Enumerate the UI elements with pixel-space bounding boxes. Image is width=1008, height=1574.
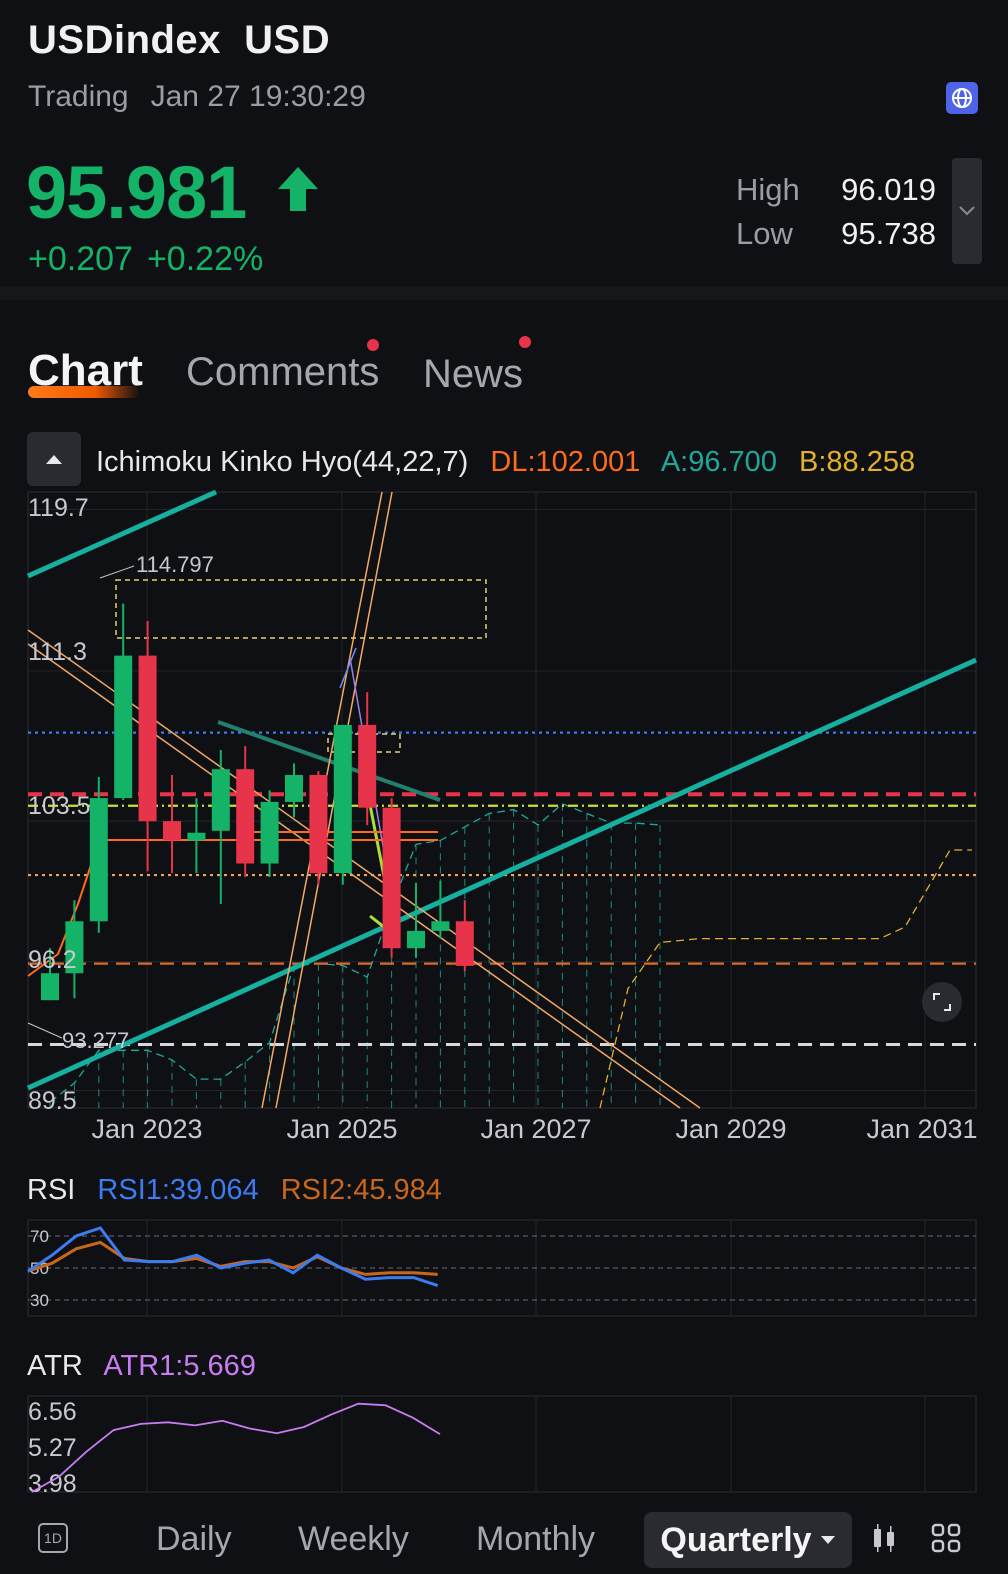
period-quarterly[interactable]: Quarterly — [644, 1512, 852, 1568]
fullscreen-icon — [933, 993, 951, 1011]
candle-body — [382, 807, 401, 949]
x-axis-tick: Jan 2027 — [480, 1114, 591, 1144]
y-axis-tick: 96.2 — [28, 946, 77, 974]
day-icon[interactable]: 1D — [38, 1523, 68, 1553]
candle-body — [407, 930, 425, 949]
tab-comments[interactable]: Comments — [186, 350, 379, 395]
price-chart[interactable]: 114.797 93.277 119.7 111.3 103.5 96.2 89.5 Jan … — [0, 488, 1008, 1148]
status-label: Trading — [28, 80, 129, 113]
ichimoku-span-b — [599, 849, 972, 1109]
chart-frame — [27, 491, 977, 1109]
rsi-chart: 705030 — [27, 1219, 977, 1317]
atr-tick: 3.98 — [28, 1470, 77, 1496]
candle-body — [431, 921, 450, 931]
annotation-high-leader — [99, 565, 135, 579]
symbol-currency: USD — [244, 18, 331, 62]
section-divider — [0, 286, 1008, 300]
fullscreen-button[interactable] — [922, 982, 962, 1022]
caret-up-icon — [46, 455, 62, 464]
candle-body — [309, 774, 328, 874]
annotation-low-leader — [27, 1022, 63, 1039]
y-axis-tick: 89.5 — [28, 1087, 77, 1115]
candle-body — [236, 769, 255, 864]
chevron-down-icon — [959, 206, 975, 216]
low-value: 95.738 — [841, 216, 936, 251]
y-axis-tick: 119.7 — [28, 494, 89, 522]
candle-body — [211, 769, 230, 831]
tab-chart[interactable]: Chart — [28, 346, 143, 396]
caret-down-icon — [820, 1536, 835, 1544]
y-axis-tick: 103.5 — [28, 792, 91, 820]
candlestick-icon[interactable] — [870, 1522, 898, 1559]
high-low-panel: High 96.019 Low 95.738 — [736, 168, 936, 256]
y-axis-tick: 111.3 — [28, 638, 87, 666]
high-label: High — [736, 172, 800, 207]
comments-unread-dot — [367, 339, 379, 351]
ichimoku-span-a — [49, 803, 661, 1103]
candle-body — [333, 724, 352, 874]
indicator-name: Ichimoku Kinko Hyo(44,22,7) — [96, 446, 469, 478]
rsi-level-label: 30 — [30, 1291, 49, 1310]
atr1-value: ATR1:5.669 — [103, 1350, 256, 1382]
low-label: Low — [736, 216, 793, 251]
candle-body — [285, 774, 303, 802]
rsi-level-label: 70 — [30, 1227, 49, 1246]
ichimoku-legend: Ichimoku Kinko Hyo(44,22,7) DL:102.001 A… — [96, 446, 929, 479]
rsi2-line — [27, 1240, 438, 1276]
period-daily[interactable]: Daily — [156, 1520, 232, 1559]
candle-body — [455, 921, 474, 966]
symbol-title: USDindex USD — [28, 18, 330, 63]
change-value: +0.207 — [28, 240, 133, 278]
expand-quote-button[interactable] — [952, 158, 982, 264]
status-time: Jan 27 19:30:29 — [150, 80, 366, 113]
atr-label: ATR — [27, 1350, 83, 1382]
atr-frame — [27, 1395, 977, 1493]
candle-body — [114, 655, 133, 799]
candle-body — [89, 798, 108, 922]
trading-status: Trading Jan 27 19:30:29 — [28, 80, 366, 114]
atr-legend: ATR ATR1:5.669 — [27, 1350, 270, 1383]
candle-body — [163, 821, 181, 841]
tab-news[interactable]: News — [423, 352, 523, 397]
atr1-line — [31, 1402, 441, 1493]
period-monthly[interactable]: Monthly — [476, 1520, 595, 1559]
atr-tick: 6.56 — [28, 1398, 77, 1426]
rsi-legend: RSI RSI1:39.064 RSI2:45.984 — [27, 1174, 456, 1207]
price-change: +0.207 +0.22% — [28, 240, 263, 279]
symbol-name: USDindex — [28, 18, 221, 62]
collapse-indicator-button[interactable] — [27, 432, 81, 486]
period-quarterly-label: Quarterly — [660, 1520, 812, 1559]
rsi-label: RSI — [27, 1174, 76, 1206]
indicator-dl: DL:102.001 — [490, 446, 641, 478]
news-unread-dot — [519, 336, 531, 348]
change-percent: +0.22% — [146, 240, 264, 278]
rsi2-value: RSI2:45.984 — [280, 1174, 442, 1206]
annotation-high: 114.797 — [136, 552, 214, 577]
atr-chart: 6.56 5.27 3.98 — [27, 1395, 977, 1496]
candle-body — [138, 655, 157, 822]
x-axis-tick: Jan 2023 — [91, 1114, 202, 1144]
ichimoku-base-line — [27, 839, 438, 977]
indicator-span-a: A:96.700 — [660, 446, 777, 478]
globe-icon[interactable] — [946, 82, 978, 114]
x-axis-tick: Jan 2025 — [286, 1114, 397, 1144]
rsi1-line — [27, 1226, 439, 1288]
candle-body — [358, 724, 377, 808]
candle-body — [260, 801, 279, 864]
annotation-low: 93.277 — [62, 1028, 129, 1053]
last-price: 95.981 — [26, 151, 247, 234]
zone-box-upper — [115, 579, 487, 639]
indicator-span-b: B:88.258 — [799, 446, 916, 478]
rsi1-value: RSI1:39.064 — [97, 1174, 259, 1206]
period-weekly[interactable]: Weekly — [298, 1520, 409, 1559]
arrow-up-icon — [276, 165, 320, 218]
grid-icon[interactable] — [930, 1522, 962, 1559]
x-axis-tick: Jan 2031 — [866, 1114, 977, 1144]
candle-body — [187, 832, 206, 841]
candle-body — [41, 973, 59, 1001]
atr-tick: 5.27 — [28, 1434, 77, 1462]
high-value: 96.019 — [841, 172, 936, 207]
x-axis-tick: Jan 2029 — [675, 1114, 786, 1144]
